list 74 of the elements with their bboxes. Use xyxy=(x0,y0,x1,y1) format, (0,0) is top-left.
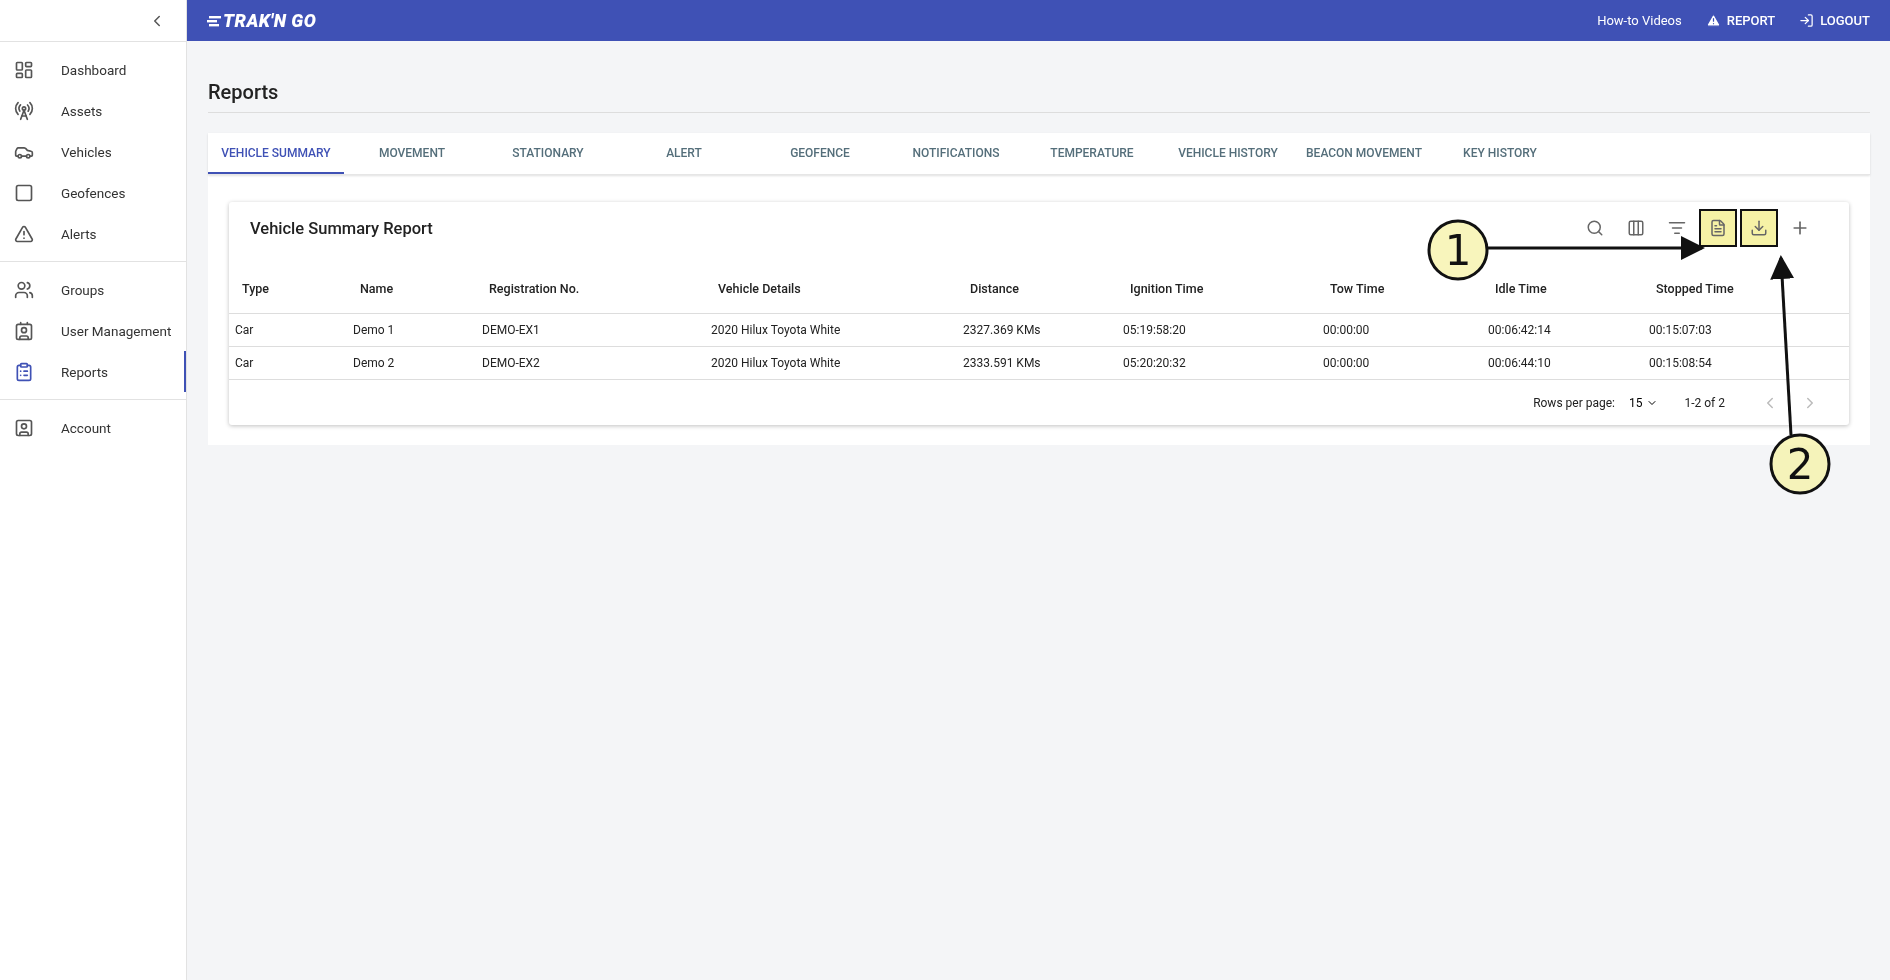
table-cell: Demo 1 xyxy=(347,313,476,347)
header-link[interactable]: LOGOUT xyxy=(1799,13,1870,28)
filter-icon xyxy=(1668,219,1686,237)
annotation-circle xyxy=(1769,433,1831,495)
sidebar-item[interactable]: User Management xyxy=(0,310,186,351)
person-icon xyxy=(14,417,34,438)
tab[interactable]: NOTIFICATIONS xyxy=(888,133,1024,174)
table-cell: 00:06:44:10 xyxy=(1482,346,1643,380)
columns-icon xyxy=(1627,219,1645,237)
sidebar-item[interactable]: Alerts xyxy=(0,213,186,254)
page-range: 1-2 of 2 xyxy=(1684,395,1725,410)
sidebar-item[interactable]: Account xyxy=(0,407,186,448)
table-cell: 00:06:42:14 xyxy=(1482,313,1643,347)
tab[interactable]: TEMPERATURE xyxy=(1024,133,1160,174)
table-cell: 05:20:20:32 xyxy=(1117,346,1317,380)
table-cell: DEMO-EX1 xyxy=(476,313,705,347)
logout-icon xyxy=(1799,13,1815,28)
table-cell: Car xyxy=(229,346,347,380)
rows-per-page-select[interactable]: 15 xyxy=(1628,395,1659,410)
speed-lines-icon xyxy=(207,14,221,27)
card-title: Vehicle Summary Report xyxy=(250,218,434,238)
column-header: Registration No. xyxy=(476,254,705,314)
tab[interactable]: BEACON MOVEMENT xyxy=(1296,133,1432,174)
table-cell: 2327.369 KMs xyxy=(957,313,1117,347)
pdf-icon xyxy=(1709,219,1727,237)
table-cell: 2020 Hilux Toyota White xyxy=(705,313,957,347)
tab[interactable]: STATIONARY xyxy=(480,133,616,174)
table-cell: Car xyxy=(229,313,347,347)
download-icon xyxy=(1750,219,1768,237)
table-cell: 00:00:00 xyxy=(1317,346,1482,380)
table-cell: 2020 Hilux Toyota White xyxy=(705,346,957,380)
column-header: Ignition Time xyxy=(1117,254,1317,314)
sidebar-item[interactable]: Vehicles xyxy=(0,131,186,172)
tab[interactable]: GEOFENCE xyxy=(752,133,888,174)
tab[interactable]: VEHICLE SUMMARY xyxy=(208,133,344,174)
square-icon xyxy=(14,182,34,203)
pdf-button[interactable] xyxy=(1699,209,1737,247)
table-cell: 00:00:00 xyxy=(1317,313,1482,347)
column-header: Vehicle Details xyxy=(705,254,957,314)
sidebar-item[interactable]: Groups xyxy=(0,269,186,310)
tab[interactable]: ALERT xyxy=(616,133,752,174)
table-cell: DEMO-EX2 xyxy=(476,346,705,380)
tab[interactable]: KEY HISTORY xyxy=(1432,133,1568,174)
antenna-icon xyxy=(14,100,34,121)
tab[interactable]: MOVEMENT xyxy=(344,133,480,174)
sidebar-item[interactable]: Dashboard xyxy=(0,49,186,90)
sidebar-item[interactable]: Reports xyxy=(0,351,186,392)
annotation-number: 2 xyxy=(1786,440,1814,489)
table-cell: Demo 2 xyxy=(347,346,476,380)
sidebar-item[interactable]: Geofences xyxy=(0,172,186,213)
column-header: Name xyxy=(347,254,476,314)
column-header: Type xyxy=(229,254,347,314)
sidebar-item[interactable]: Assets xyxy=(0,90,186,131)
warning-icon xyxy=(1705,13,1721,28)
download-button[interactable] xyxy=(1740,209,1778,247)
page-title: Reports xyxy=(208,41,1870,113)
warning-icon xyxy=(14,223,34,244)
table-cell: 00:15:07:03 xyxy=(1643,313,1849,347)
header-link[interactable]: REPORT xyxy=(1705,13,1776,28)
column-header: Distance xyxy=(957,254,1117,314)
table-cell: 2333.591 KMs xyxy=(957,346,1117,380)
id-card-icon xyxy=(14,320,34,341)
table-cell: 00:15:08:54 xyxy=(1643,346,1849,380)
table-cell: 05:19:58:20 xyxy=(1117,313,1317,347)
rows-per-page-label: Rows per page: xyxy=(1533,395,1615,410)
dashboard-icon xyxy=(14,59,34,80)
logo: TRAK'N GO xyxy=(223,10,317,31)
search-icon xyxy=(1586,219,1604,237)
annotation-circle xyxy=(1427,219,1489,281)
people-icon xyxy=(14,279,34,300)
header-link[interactable]: How-to Videos xyxy=(1597,13,1682,28)
column-header: Stopped Time xyxy=(1643,254,1849,314)
clipboard-icon xyxy=(14,361,34,382)
tab[interactable]: VEHICLE HISTORY xyxy=(1160,133,1296,174)
